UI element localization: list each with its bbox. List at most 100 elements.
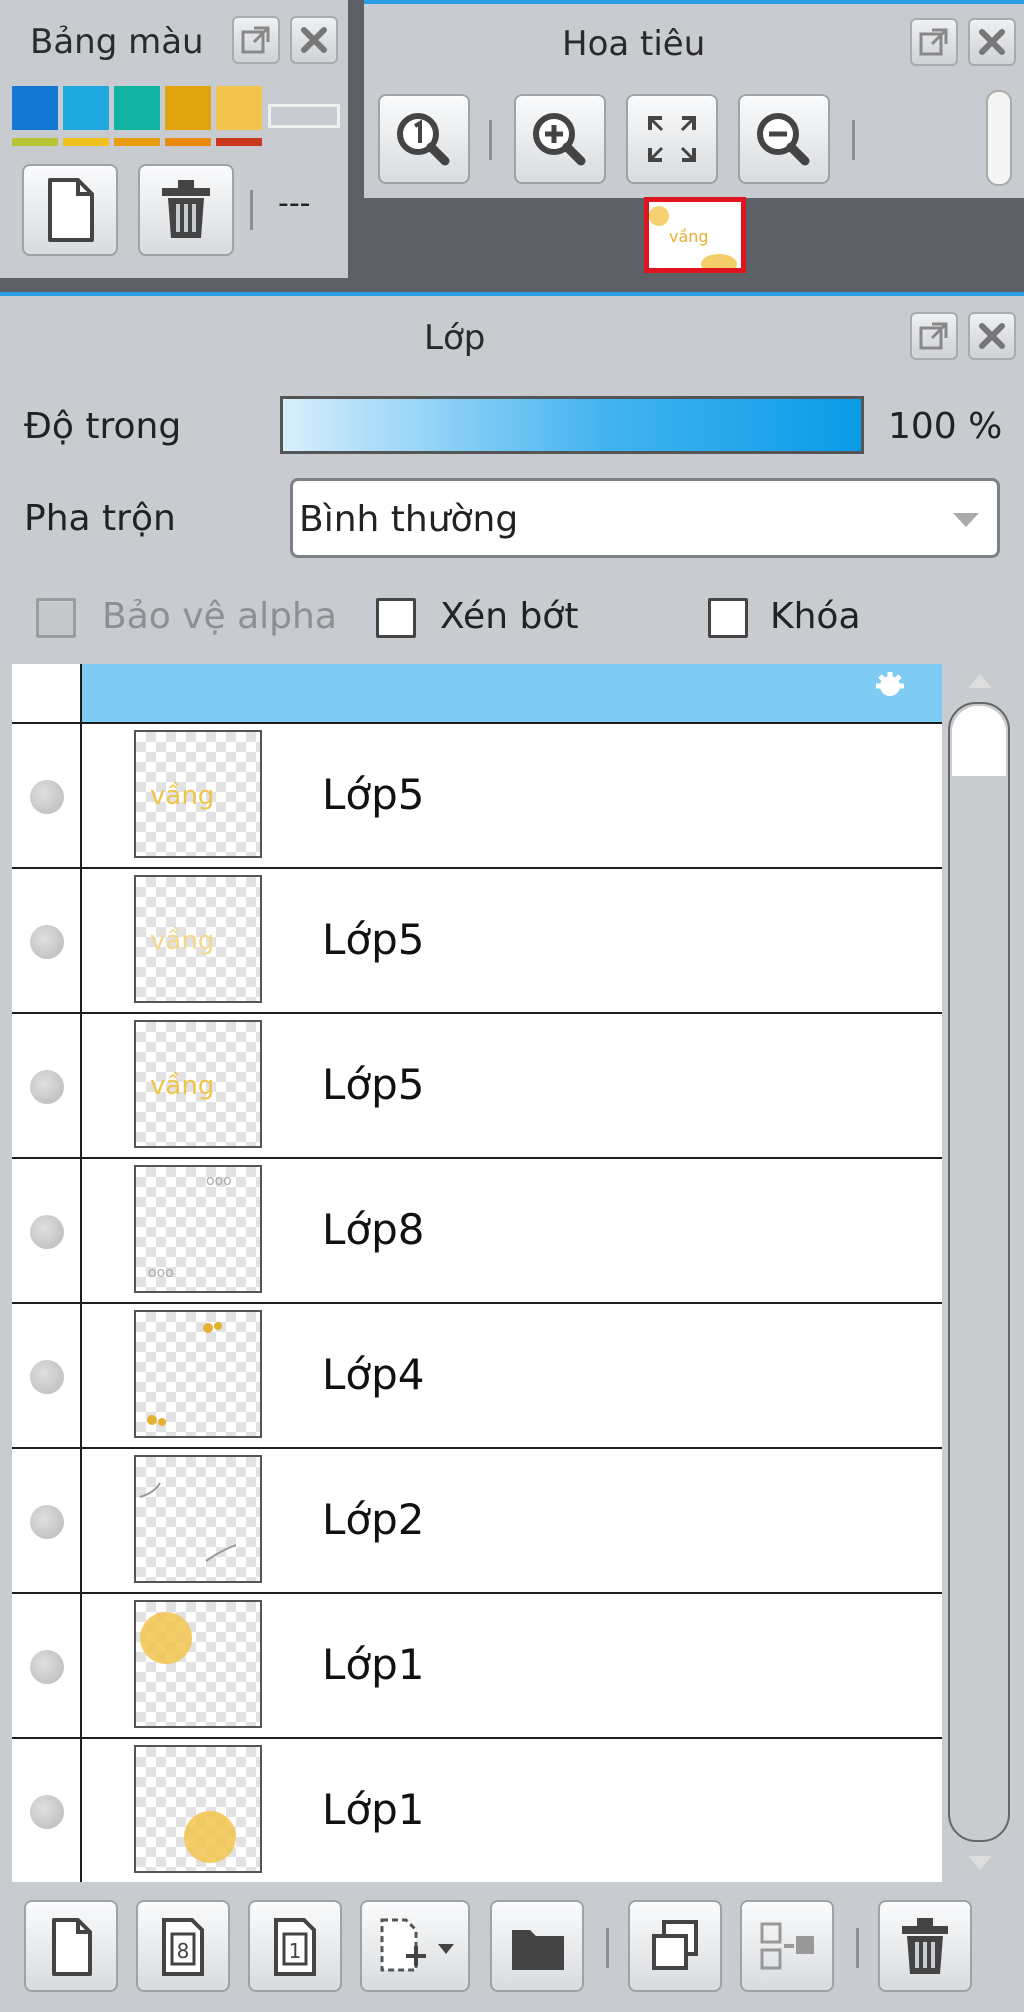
duplicate-layer-icon — [652, 1920, 698, 1970]
layer-row-divider — [80, 1304, 82, 1447]
delete-color-button[interactable] — [138, 164, 234, 256]
layer-row-divider — [80, 724, 82, 867]
opacity-label: Độ trong — [24, 406, 182, 447]
color-swatch[interactable] — [114, 86, 160, 130]
toolbar-separator — [489, 120, 492, 160]
more-colors-slot[interactable] — [268, 104, 340, 128]
fit-to-window-button[interactable] — [626, 94, 718, 184]
layer-row[interactable]: ooo ooo Lớp8 — [12, 1159, 942, 1304]
visibility-toggle-icon[interactable] — [30, 1070, 64, 1104]
layer-row-divider — [80, 664, 82, 722]
gear-icon — [876, 672, 904, 696]
toolbar-separator — [250, 190, 253, 230]
layer-name: Lớp4 — [322, 1350, 425, 1399]
color-swatch[interactable] — [165, 138, 211, 146]
layer-row[interactable]: vầng Lớp5 — [12, 869, 942, 1014]
layer-thumbnail — [134, 1745, 262, 1873]
protect-alpha-checkbox[interactable] — [36, 598, 76, 638]
visibility-toggle-icon[interactable] — [30, 1360, 64, 1394]
color-palette-title: Bảng màu — [30, 22, 204, 62]
add-layer-menu-button[interactable] — [360, 1900, 470, 1992]
clipping-checkbox[interactable] — [376, 598, 416, 638]
layer-name: Lớp5 — [322, 1060, 425, 1109]
layer-row-divider — [80, 1739, 82, 1882]
navigator-scrollbar[interactable] — [986, 90, 1012, 186]
scroll-up-icon[interactable] — [966, 670, 994, 690]
layer-row[interactable]: Lớp4 — [12, 1304, 942, 1449]
svg-text:8: 8 — [177, 1939, 190, 1963]
layer-row[interactable]: Lớp2 — [12, 1449, 942, 1594]
new-1bit-layer-button[interactable]: 1 — [248, 1900, 342, 1992]
color-swatch[interactable] — [114, 138, 160, 146]
layer-row-selected[interactable] — [12, 664, 942, 724]
duplicate-layer-button[interactable] — [628, 1900, 722, 1992]
close-icon[interactable] — [968, 18, 1016, 66]
new-layer-button[interactable] — [24, 1900, 118, 1992]
close-icon[interactable] — [968, 312, 1016, 360]
zoom-in-button[interactable] — [514, 94, 606, 184]
svg-text:1: 1 — [289, 1939, 302, 1963]
layer-thumbnail: ooo ooo — [134, 1165, 262, 1293]
layer-row[interactable]: Lớp1 — [12, 1594, 942, 1739]
delete-layer-button[interactable] — [878, 1900, 972, 1992]
visibility-toggle-icon[interactable] — [30, 1795, 64, 1829]
color-swatch[interactable] — [12, 138, 58, 146]
popout-icon[interactable] — [232, 16, 280, 64]
zoom-out-button[interactable] — [738, 94, 830, 184]
layer-thumbnail — [134, 1455, 262, 1583]
zoom-actual-size-button[interactable] — [378, 94, 470, 184]
color-swatch[interactable] — [63, 86, 109, 130]
lock-checkbox[interactable] — [708, 598, 748, 638]
visibility-toggle-icon[interactable] — [30, 1650, 64, 1684]
popout-icon[interactable] — [910, 18, 958, 66]
new-folder-button[interactable] — [490, 1900, 584, 1992]
layer-name: Lớp1 — [322, 1785, 425, 1834]
layer-thumbnail: vầng — [134, 875, 262, 1003]
opacity-slider[interactable] — [280, 396, 864, 454]
svg-text:ooo: ooo — [206, 1173, 232, 1189]
new-8bit-layer-button[interactable]: 8 — [136, 1900, 230, 1992]
layer-row-divider — [80, 1014, 82, 1157]
visibility-toggle-icon[interactable] — [30, 1505, 64, 1539]
add-layer-menu-icon — [380, 1918, 454, 1972]
visibility-toggle-icon[interactable] — [30, 780, 64, 814]
scrollbar-track — [948, 702, 1010, 1842]
scroll-down-icon[interactable] — [966, 1854, 994, 1874]
new-color-button[interactable] — [22, 164, 118, 256]
color-swatch[interactable] — [63, 138, 109, 146]
layer-name: Lớp1 — [322, 1640, 425, 1689]
layer-name: Lớp2 — [322, 1495, 425, 1544]
close-icon[interactable] — [290, 16, 338, 64]
layer-row[interactable]: Lớp1 — [12, 1739, 942, 1882]
color-swatch[interactable] — [165, 86, 211, 130]
opacity-slider-fill — [283, 399, 861, 451]
blend-mode-select[interactable]: Bình thường — [290, 478, 1000, 558]
chevron-down-icon — [953, 513, 979, 527]
popout-icon[interactable] — [910, 312, 958, 360]
layer-list-scrollbar[interactable] — [944, 664, 1016, 1882]
svg-text:ooo: ooo — [148, 1265, 174, 1281]
svg-text:vầng: vầng — [669, 227, 709, 246]
svg-text:vầng: vầng — [150, 1071, 214, 1101]
toolbar-separator — [856, 1928, 859, 1968]
layer-name: Lớp5 — [322, 915, 425, 964]
layer-thumbnail — [134, 1310, 262, 1438]
layer-row-divider — [80, 1159, 82, 1302]
merge-down-button[interactable] — [740, 1900, 834, 1992]
visibility-toggle-icon[interactable] — [30, 1215, 64, 1249]
color-swatch[interactable] — [216, 86, 262, 130]
visibility-toggle-icon[interactable] — [30, 925, 64, 959]
layer-row-divider — [80, 869, 82, 1012]
navigator-thumbnail[interactable]: vầng — [644, 197, 746, 273]
layer-row[interactable]: vầng Lớp5 — [12, 1014, 942, 1159]
layer-thumbnail — [134, 1600, 262, 1728]
layer-thumbnail: vầng — [134, 730, 262, 858]
navigator-panel: Hoa tiêu — [364, 0, 1024, 198]
svg-text:vầng: vầng — [150, 926, 214, 956]
layer-row[interactable]: vầng Lớp5 — [12, 724, 942, 869]
color-swatch[interactable] — [12, 86, 58, 130]
new-1bit-layer-icon: 1 — [274, 1918, 316, 1976]
color-swatch[interactable] — [216, 138, 262, 146]
selected-row-highlight — [82, 664, 942, 722]
scrollbar-thumb[interactable] — [952, 706, 1006, 776]
